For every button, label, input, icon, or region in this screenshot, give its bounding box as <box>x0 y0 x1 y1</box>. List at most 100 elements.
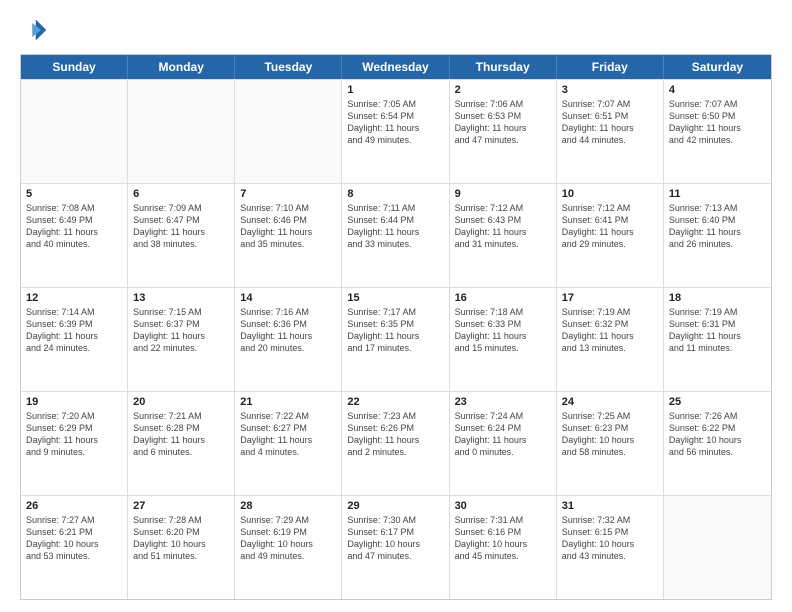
day-info: Sunrise: 7:12 AM Sunset: 6:41 PM Dayligh… <box>562 202 658 251</box>
day-info: Sunrise: 7:10 AM Sunset: 6:46 PM Dayligh… <box>240 202 336 251</box>
day-number: 23 <box>455 396 551 408</box>
cal-header-friday: Friday <box>557 55 664 79</box>
day-number: 6 <box>133 188 229 200</box>
page: SundayMondayTuesdayWednesdayThursdayFrid… <box>0 0 792 612</box>
cal-cell: 11 Sunrise: 7:13 AM Sunset: 6:40 PM Dayli… <box>664 184 771 287</box>
cal-cell: 1 Sunrise: 7:05 AM Sunset: 6:54 PM Daylig… <box>342 80 449 183</box>
day-info: Sunrise: 7:23 AM Sunset: 6:26 PM Dayligh… <box>347 410 443 459</box>
calendar-body: 1 Sunrise: 7:05 AM Sunset: 6:54 PM Daylig… <box>21 79 771 599</box>
day-number: 2 <box>455 84 551 96</box>
day-info: Sunrise: 7:06 AM Sunset: 6:53 PM Dayligh… <box>455 98 551 147</box>
cal-cell: 2 Sunrise: 7:06 AM Sunset: 6:53 PM Daylig… <box>450 80 557 183</box>
calendar-header: SundayMondayTuesdayWednesdayThursdayFrid… <box>21 55 771 79</box>
day-info: Sunrise: 7:20 AM Sunset: 6:29 PM Dayligh… <box>26 410 122 459</box>
day-info: Sunrise: 7:24 AM Sunset: 6:24 PM Dayligh… <box>455 410 551 459</box>
cal-row-3: 19Sunrise: 7:20 AM Sunset: 6:29 PM Dayli… <box>21 391 771 495</box>
cal-cell: 23 Sunrise: 7:24 AM Sunset: 6:24 PM Dayli… <box>450 392 557 495</box>
cal-cell: 18Sunrise: 7:19 AM Sunset: 6:31 PM Dayli… <box>664 288 771 391</box>
day-info: Sunrise: 7:07 AM Sunset: 6:51 PM Dayligh… <box>562 98 658 147</box>
cal-cell: 31 Sunrise: 7:32 AM Sunset: 6:15 PM Dayli… <box>557 496 664 599</box>
cal-cell: 4 Sunrise: 7:07 AM Sunset: 6:50 PM Daylig… <box>664 80 771 183</box>
day-number: 20 <box>133 396 229 408</box>
day-number: 31 <box>562 500 658 512</box>
cal-cell: 20 Sunrise: 7:21 AM Sunset: 6:28 PM Dayli… <box>128 392 235 495</box>
cal-cell: 12Sunrise: 7:14 AM Sunset: 6:39 PM Dayli… <box>21 288 128 391</box>
cal-cell: 22 Sunrise: 7:23 AM Sunset: 6:26 PM Dayli… <box>342 392 449 495</box>
logo-icon <box>20 16 48 44</box>
cal-header-sunday: Sunday <box>21 55 128 79</box>
day-number: 17 <box>562 292 658 304</box>
day-info: Sunrise: 7:12 AM Sunset: 6:43 PM Dayligh… <box>455 202 551 251</box>
cal-header-thursday: Thursday <box>450 55 557 79</box>
day-number: 24 <box>562 396 658 408</box>
cal-cell: 19Sunrise: 7:20 AM Sunset: 6:29 PM Dayli… <box>21 392 128 495</box>
day-info: Sunrise: 7:13 AM Sunset: 6:40 PM Dayligh… <box>669 202 766 251</box>
cal-header-monday: Monday <box>128 55 235 79</box>
day-number: 18 <box>669 292 766 304</box>
cal-cell: 8 Sunrise: 7:11 AM Sunset: 6:44 PM Daylig… <box>342 184 449 287</box>
day-number: 3 <box>562 84 658 96</box>
cal-cell <box>21 80 128 183</box>
cal-cell: 24 Sunrise: 7:25 AM Sunset: 6:23 PM Dayli… <box>557 392 664 495</box>
cal-cell: 15Sunrise: 7:17 AM Sunset: 6:35 PM Dayli… <box>342 288 449 391</box>
cal-cell: 6Sunrise: 7:09 AM Sunset: 6:47 PM Daylig… <box>128 184 235 287</box>
day-number: 13 <box>133 292 229 304</box>
day-info: Sunrise: 7:26 AM Sunset: 6:22 PM Dayligh… <box>669 410 766 459</box>
day-number: 22 <box>347 396 443 408</box>
day-info: Sunrise: 7:27 AM Sunset: 6:21 PM Dayligh… <box>26 514 122 563</box>
cal-row-4: 26 Sunrise: 7:27 AM Sunset: 6:21 PM Dayli… <box>21 495 771 599</box>
day-number: 15 <box>347 292 443 304</box>
day-info: Sunrise: 7:28 AM Sunset: 6:20 PM Dayligh… <box>133 514 229 563</box>
day-info: Sunrise: 7:05 AM Sunset: 6:54 PM Dayligh… <box>347 98 443 147</box>
day-number: 28 <box>240 500 336 512</box>
day-info: Sunrise: 7:16 AM Sunset: 6:36 PM Dayligh… <box>240 306 336 355</box>
cal-cell: 13Sunrise: 7:15 AM Sunset: 6:37 PM Dayli… <box>128 288 235 391</box>
day-number: 4 <box>669 84 766 96</box>
cal-cell: 16 Sunrise: 7:18 AM Sunset: 6:33 PM Dayli… <box>450 288 557 391</box>
cal-cell <box>128 80 235 183</box>
day-info: Sunrise: 7:21 AM Sunset: 6:28 PM Dayligh… <box>133 410 229 459</box>
cal-cell <box>664 496 771 599</box>
day-info: Sunrise: 7:11 AM Sunset: 6:44 PM Dayligh… <box>347 202 443 251</box>
day-number: 11 <box>669 188 766 200</box>
day-number: 1 <box>347 84 443 96</box>
day-info: Sunrise: 7:07 AM Sunset: 6:50 PM Dayligh… <box>669 98 766 147</box>
cal-cell: 3 Sunrise: 7:07 AM Sunset: 6:51 PM Daylig… <box>557 80 664 183</box>
day-info: Sunrise: 7:29 AM Sunset: 6:19 PM Dayligh… <box>240 514 336 563</box>
cal-row-2: 12Sunrise: 7:14 AM Sunset: 6:39 PM Dayli… <box>21 287 771 391</box>
day-info: Sunrise: 7:14 AM Sunset: 6:39 PM Dayligh… <box>26 306 122 355</box>
cal-cell: 21 Sunrise: 7:22 AM Sunset: 6:27 PM Dayli… <box>235 392 342 495</box>
day-info: Sunrise: 7:30 AM Sunset: 6:17 PM Dayligh… <box>347 514 443 563</box>
day-info: Sunrise: 7:18 AM Sunset: 6:33 PM Dayligh… <box>455 306 551 355</box>
day-number: 30 <box>455 500 551 512</box>
day-number: 21 <box>240 396 336 408</box>
cal-row-0: 1 Sunrise: 7:05 AM Sunset: 6:54 PM Daylig… <box>21 79 771 183</box>
day-number: 25 <box>669 396 766 408</box>
day-info: Sunrise: 7:25 AM Sunset: 6:23 PM Dayligh… <box>562 410 658 459</box>
day-number: 26 <box>26 500 122 512</box>
cal-cell: 5 Sunrise: 7:08 AM Sunset: 6:49 PM Daylig… <box>21 184 128 287</box>
cal-row-1: 5 Sunrise: 7:08 AM Sunset: 6:49 PM Daylig… <box>21 183 771 287</box>
day-info: Sunrise: 7:22 AM Sunset: 6:27 PM Dayligh… <box>240 410 336 459</box>
day-number: 16 <box>455 292 551 304</box>
day-info: Sunrise: 7:19 AM Sunset: 6:32 PM Dayligh… <box>562 306 658 355</box>
cal-cell: 29 Sunrise: 7:30 AM Sunset: 6:17 PM Dayli… <box>342 496 449 599</box>
day-info: Sunrise: 7:32 AM Sunset: 6:15 PM Dayligh… <box>562 514 658 563</box>
day-number: 29 <box>347 500 443 512</box>
logo <box>20 16 52 44</box>
day-number: 8 <box>347 188 443 200</box>
header <box>20 16 772 44</box>
cal-header-saturday: Saturday <box>664 55 771 79</box>
day-number: 14 <box>240 292 336 304</box>
cal-cell: 30 Sunrise: 7:31 AM Sunset: 6:16 PM Dayli… <box>450 496 557 599</box>
day-number: 5 <box>26 188 122 200</box>
cal-cell: 27Sunrise: 7:28 AM Sunset: 6:20 PM Dayli… <box>128 496 235 599</box>
cal-header-wednesday: Wednesday <box>342 55 449 79</box>
day-info: Sunrise: 7:08 AM Sunset: 6:49 PM Dayligh… <box>26 202 122 251</box>
cal-cell: 17 Sunrise: 7:19 AM Sunset: 6:32 PM Dayli… <box>557 288 664 391</box>
cal-cell <box>235 80 342 183</box>
cal-cell: 25 Sunrise: 7:26 AM Sunset: 6:22 PM Dayli… <box>664 392 771 495</box>
day-info: Sunrise: 7:31 AM Sunset: 6:16 PM Dayligh… <box>455 514 551 563</box>
cal-cell: 10Sunrise: 7:12 AM Sunset: 6:41 PM Dayli… <box>557 184 664 287</box>
cal-cell: 7Sunrise: 7:10 AM Sunset: 6:46 PM Daylig… <box>235 184 342 287</box>
